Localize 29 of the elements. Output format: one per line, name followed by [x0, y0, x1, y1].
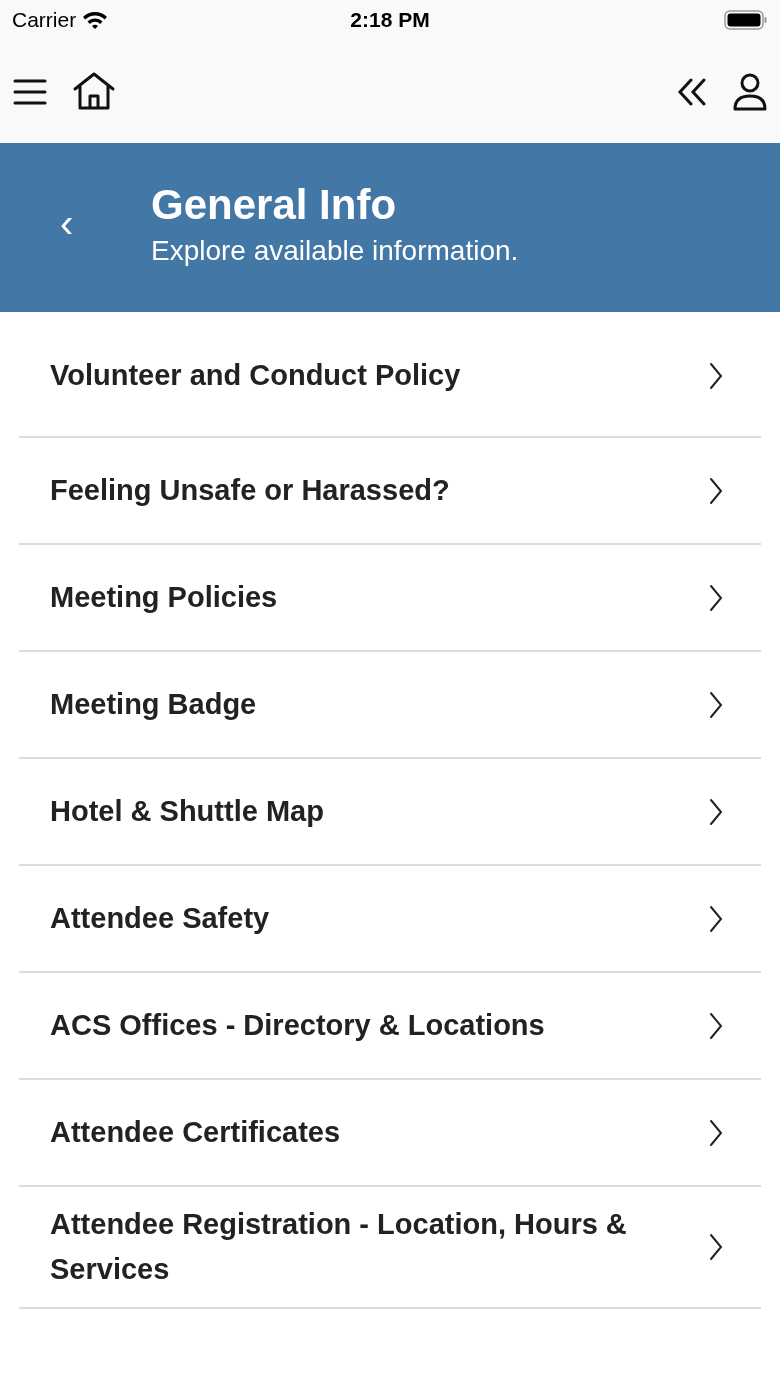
chevron-right-icon [709, 583, 723, 612]
chevron-right-icon [709, 361, 723, 390]
home-icon[interactable] [72, 71, 116, 112]
chevron-right-icon [709, 1233, 723, 1261]
list-item[interactable]: Attendee Safety [19, 866, 761, 973]
carrier-label: Carrier [12, 8, 77, 32]
double-chevron-icon[interactable] [677, 77, 707, 106]
wifi-icon [82, 10, 109, 30]
chevron-right-icon [709, 476, 723, 505]
battery-icon [724, 9, 768, 31]
list-item[interactable]: Volunteer and Conduct Policy [19, 312, 761, 438]
page-title: General Info [151, 180, 398, 229]
list-item[interactable]: Meeting Policies [19, 545, 761, 652]
chevron-right-icon [709, 690, 723, 719]
chevron-right-icon [709, 797, 723, 826]
chevron-right-icon [709, 904, 723, 933]
menu-icon[interactable] [13, 77, 47, 106]
list-item[interactable]: Feeling Unsafe or Harassed? [19, 438, 761, 545]
list-item[interactable]: Attendee Certificates [19, 1080, 761, 1187]
user-icon[interactable] [732, 72, 768, 111]
chevron-right-icon [709, 1011, 723, 1040]
back-button[interactable]: ‹ [60, 201, 74, 245]
list-item[interactable]: Hotel & Shuttle Map [19, 759, 761, 866]
status-time: 2:18 PM [350, 8, 430, 31]
list-item[interactable]: ACS Offices - Directory & Locations [19, 973, 761, 1080]
page-subtitle: Explore available information. [151, 234, 519, 267]
list-item[interactable]: Attendee Registration - Location, Hours & Services [19, 1187, 761, 1309]
chevron-right-icon [709, 1118, 723, 1147]
list-item[interactable]: Meeting Badge [19, 652, 761, 759]
